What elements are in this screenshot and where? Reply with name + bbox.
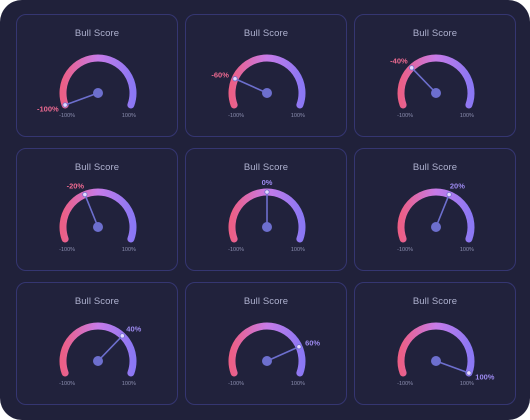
- gauge-min-label: -100%: [228, 381, 244, 387]
- gauge-hub: [431, 356, 441, 366]
- gauge-needle: [234, 77, 268, 94]
- gauge-needle-tip: [82, 191, 88, 198]
- gauge-hub: [93, 88, 103, 98]
- gauge-max-label: 100%: [460, 113, 474, 119]
- gauge-max-label: 100%: [460, 381, 474, 387]
- gauge-hub: [262, 222, 272, 232]
- gauge-max-label: 100%: [291, 113, 305, 119]
- gauge-needle: [435, 360, 470, 374]
- gauge-needle-tip: [232, 76, 238, 82]
- gauge-card: Bull Score -100% 100% 0%: [185, 148, 347, 271]
- gauge-min-label: -100%: [59, 113, 75, 119]
- gauge-hub: [93, 356, 103, 366]
- gauge-max-label: 100%: [291, 381, 305, 387]
- dashboard-frame: Bull Score -100% 100% -100% Bull Score -10…: [0, 0, 530, 420]
- gauge-value-label: 0%: [262, 178, 273, 187]
- gauge-max-label: 100%: [122, 247, 136, 253]
- gauge-min-label: -100%: [228, 247, 244, 253]
- gauge-chart: -100% 100% -20%: [59, 181, 137, 253]
- gauge-value-label: 20%: [450, 181, 465, 190]
- gauge-card: Bull Score -100% 100% 20%: [354, 148, 516, 271]
- gauge-needle-tip: [119, 333, 125, 339]
- gauge-hub: [431, 88, 441, 98]
- gauge-value-label: 100%: [475, 372, 495, 381]
- gauge-min-label: -100%: [228, 113, 244, 119]
- gauge-card: Bull Score -100% 100% 60%: [185, 282, 347, 405]
- gauge-card: Bull Score -100% 100% -20%: [16, 148, 178, 271]
- gauge-chart: -100% 100%100%: [397, 322, 495, 387]
- gauge-max-label: 100%: [460, 247, 474, 253]
- gauge-chart: -100% 100% 60%: [228, 322, 320, 387]
- gauge-value-label: -20%: [67, 181, 85, 190]
- gauge-value-label: -40%: [390, 57, 408, 66]
- gauge-needle-tip: [62, 102, 68, 108]
- gauge-grid: Bull Score -100% 100% -100% Bull Score -10…: [16, 14, 516, 406]
- gauge-hub: [262, 88, 272, 98]
- gauge-needle: [64, 92, 99, 106]
- gauge-card: Bull Score -100% 100% 40%: [16, 282, 178, 405]
- gauge-min-label: -100%: [59, 247, 75, 253]
- gauge-max-label: 100%: [122, 381, 136, 387]
- gauge-min-label: -100%: [397, 381, 413, 387]
- gauge-chart: -100% 100% -40%: [390, 54, 475, 119]
- gauge-value-label: 60%: [305, 339, 320, 348]
- gauge-needle-tip: [409, 65, 415, 71]
- gauge-needle-tip: [264, 189, 270, 195]
- gauge-value-label: 40%: [126, 325, 141, 334]
- gauge-card: Bull Score -100% 100% 100%: [354, 282, 516, 405]
- gauge-needle: [435, 193, 450, 228]
- gauge-needle: [266, 345, 300, 362]
- gauge-card: Bull Score -100% 100% -100%: [16, 14, 178, 137]
- gauge-chart: -100% 100% 20%: [397, 181, 475, 253]
- gauge-card: Bull Score -100% 100% -60%: [185, 14, 347, 137]
- gauge-needle: [410, 67, 437, 94]
- gauge-needle: [97, 335, 124, 362]
- gauge-chart: -100% 100% 0%: [228, 178, 306, 253]
- gauge-hub: [431, 222, 441, 232]
- gauge-chart: -100% 100% -60%: [211, 54, 306, 119]
- gauge-max-label: 100%: [122, 113, 136, 119]
- gauge-needle: [84, 193, 99, 228]
- gauge-needle-tip: [446, 191, 452, 198]
- gauge-max-label: 100%: [291, 247, 305, 253]
- gauge-card: Bull Score -100% 100% -40%: [354, 14, 516, 137]
- gauge-needle-tip: [296, 344, 302, 350]
- gauge-needle-tip: [466, 370, 472, 376]
- gauge-chart: -100% 100% -100%: [37, 54, 137, 119]
- gauge-hub: [93, 222, 103, 232]
- gauge-value-label: -100%: [37, 104, 59, 113]
- gauge-hub: [262, 356, 272, 366]
- gauge-min-label: -100%: [397, 113, 413, 119]
- gauge-chart: -100% 100% 40%: [59, 322, 142, 387]
- gauge-min-label: -100%: [59, 381, 75, 387]
- gauge-min-label: -100%: [397, 247, 413, 253]
- gauge-value-label: -60%: [211, 71, 229, 80]
